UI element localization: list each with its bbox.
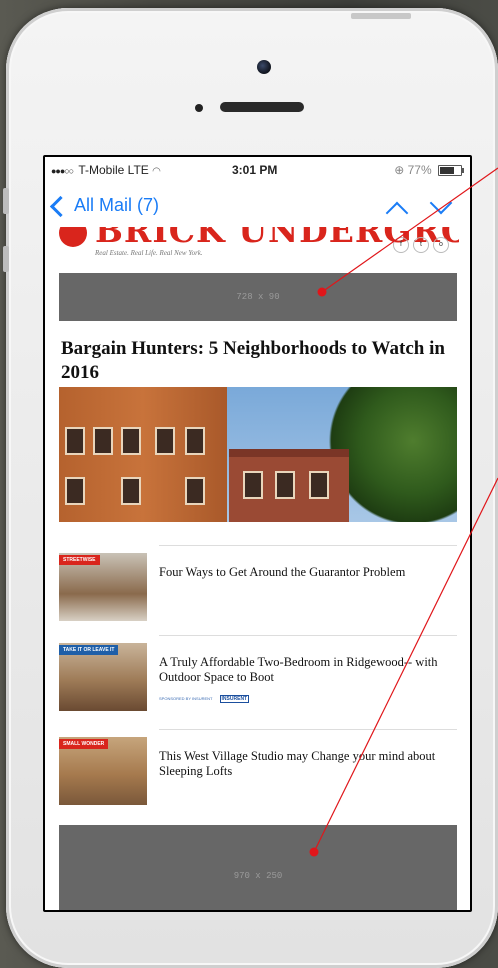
power-button: [351, 13, 411, 19]
window: [65, 427, 85, 455]
battery-area: ⊕ 77%: [394, 163, 464, 177]
second-building: [229, 449, 349, 522]
network-type: LTE: [127, 163, 149, 177]
mail-nav-bar: All Mail (7): [45, 185, 470, 229]
brick-building: [59, 387, 227, 522]
newsletter-masthead: BRICK UNDERGROUND Real Estate. Real Life…: [59, 227, 459, 261]
wifi-icon: ◠: [152, 166, 161, 177]
sponsor-logo[interactable]: INSURENT: [219, 695, 250, 703]
battery-icon: [438, 165, 464, 177]
volume-down-button: [3, 246, 9, 272]
article-thumbnail[interactable]: TAKE IT OR LEAVE IT: [59, 643, 147, 711]
window: [65, 477, 85, 505]
twitter-icon[interactable]: t: [413, 237, 429, 253]
battery-fill: [440, 167, 454, 175]
window: [275, 471, 295, 499]
front-camera: [257, 60, 271, 74]
article-card[interactable]: SMALL WONDER This West Village Studio ma…: [59, 729, 457, 809]
feature-headline[interactable]: Bargain Hunters: 5 Neighborhoods to Watc…: [61, 337, 457, 385]
article-tag: SMALL WONDER: [59, 739, 109, 749]
chevron-left-icon: [49, 195, 72, 218]
billboard-ad-slot[interactable]: 970 x 250: [59, 825, 457, 910]
article-card[interactable]: STREETWISE Four Ways to Get Around the G…: [59, 545, 457, 625]
window: [93, 427, 113, 455]
window: [185, 427, 205, 455]
window: [121, 477, 141, 505]
divider: [159, 635, 457, 636]
window: [121, 427, 141, 455]
window: [243, 471, 263, 499]
article-title[interactable]: This West Village Studio may Change your…: [159, 749, 455, 779]
signal-strength-icon: ●●●○○: [51, 166, 74, 176]
next-message-chevron-down-icon[interactable]: [429, 191, 453, 215]
status-time: 3:01 PM: [232, 163, 278, 177]
leaderboard-ad-slot[interactable]: 728 x 90: [59, 273, 457, 321]
article-card[interactable]: TAKE IT OR LEAVE IT A Truly Affordable T…: [59, 635, 457, 715]
previous-message-chevron-up-icon[interactable]: [385, 201, 409, 225]
cornice: [229, 449, 349, 457]
proximity-sensor: [195, 104, 203, 112]
mail-message-view: ●●●○○ T-Mobile LTE ◠ 3:01 PM ⊕ 77% All M…: [45, 157, 470, 910]
article-thumbnail[interactable]: STREETWISE: [59, 553, 147, 621]
divider: [159, 545, 457, 546]
social-links: f t o: [393, 237, 449, 253]
brick-logo-icon: [59, 227, 87, 247]
volume-up-button: [3, 188, 9, 214]
rotation-lock-icon: ⊕: [394, 163, 405, 177]
phone-screen: ●●●○○ T-Mobile LTE ◠ 3:01 PM ⊕ 77% All M…: [43, 155, 472, 912]
window: [155, 427, 175, 455]
feature-hero-image[interactable]: [59, 387, 457, 522]
article-tag: STREETWISE: [59, 555, 100, 565]
instagram-icon[interactable]: o: [433, 237, 449, 253]
back-label: All Mail (7): [74, 195, 160, 215]
article-title[interactable]: A Truly Affordable Two-Bedroom in Ridgew…: [159, 655, 455, 685]
window: [185, 477, 205, 505]
window: [309, 471, 329, 499]
divider: [159, 729, 457, 730]
article-thumbnail[interactable]: SMALL WONDER: [59, 737, 147, 805]
carrier-info: ●●●○○ T-Mobile LTE ◠: [51, 163, 161, 177]
brand-tagline: Real Estate. Real Life. Real New York.: [95, 249, 203, 257]
sponsor-line: SPONSORED BY INSURENT INSURENT: [159, 695, 250, 703]
battery-percent: 77%: [407, 163, 432, 177]
carrier-name: T-Mobile: [78, 163, 125, 177]
earpiece-speaker: [220, 102, 304, 112]
facebook-icon[interactable]: f: [393, 237, 409, 253]
article-title[interactable]: Four Ways to Get Around the Guarantor Pr…: [159, 565, 455, 580]
back-button[interactable]: All Mail (7): [49, 195, 160, 218]
article-tag: TAKE IT OR LEAVE IT: [59, 645, 119, 655]
status-bar: ●●●○○ T-Mobile LTE ◠ 3:01 PM ⊕ 77%: [45, 157, 470, 181]
sponsor-text: SPONSORED BY INSURENT: [159, 696, 213, 701]
billboard-ad-label: 970 x 250: [233, 871, 283, 881]
